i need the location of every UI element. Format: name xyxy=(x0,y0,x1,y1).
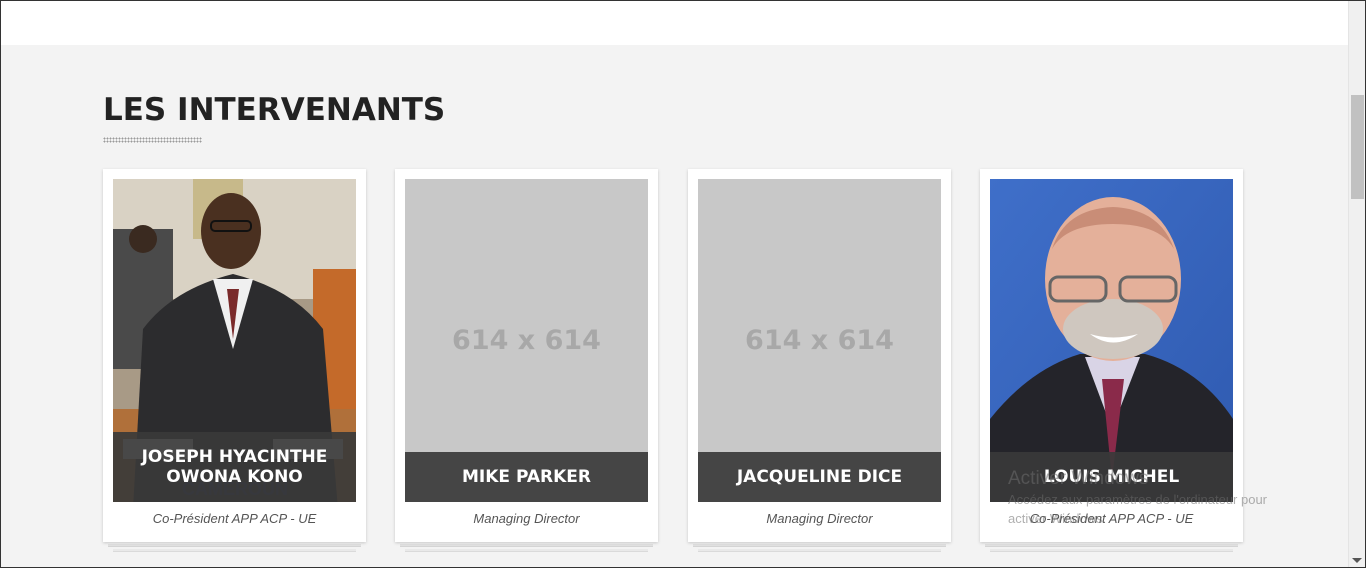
speaker-name: JACQUELINE DICE xyxy=(698,452,941,502)
scroll-down-arrow-icon[interactable] xyxy=(1352,558,1362,563)
speaker-role: Managing Director xyxy=(473,511,580,526)
card-stack-shadow xyxy=(693,544,946,547)
card-stack-shadow xyxy=(113,549,356,552)
speaker-name: LOUIS MICHEL xyxy=(990,452,1233,502)
section-title: LES INTERVENANTS xyxy=(103,92,446,128)
card-stack-shadow xyxy=(990,549,1233,552)
card-stack-shadow xyxy=(405,549,648,552)
speaker-photo[interactable]: CAMEROUN JOSEPH HYACINTHE OWONA KONO xyxy=(113,179,356,502)
speaker-role: Co-Président APP ACP - UE xyxy=(152,511,317,526)
speaker-photo[interactable]: 614 x 614 MIKE PARKER xyxy=(405,179,648,502)
card-stack-shadow xyxy=(108,544,361,547)
top-header-bar xyxy=(1,1,1348,45)
title-dotted-underline xyxy=(103,137,202,143)
scrollbar-thumb[interactable] xyxy=(1351,95,1364,199)
card-stack-shadow xyxy=(400,544,653,547)
speaker-card[interactable]: CAMEROUN JOSEPH HYACINTHE OWONA KONO Co-… xyxy=(103,169,366,542)
speaker-photo[interactable]: LOUIS MICHEL xyxy=(990,179,1233,502)
speaker-card[interactable]: 614 x 614 JACQUELINE DICE Managing Direc… xyxy=(688,169,951,542)
speaker-role: Managing Director xyxy=(766,511,873,526)
speaker-name: JOSEPH HYACINTHE OWONA KONO xyxy=(113,432,356,502)
placeholder-label: 614 x 614 xyxy=(452,325,601,356)
speaker-role: Co-Président APP ACP - UE xyxy=(1029,511,1194,526)
vertical-scrollbar[interactable] xyxy=(1348,1,1365,567)
placeholder-label: 614 x 614 xyxy=(745,325,894,356)
speaker-photo[interactable]: 614 x 614 JACQUELINE DICE xyxy=(698,179,941,502)
card-stack-shadow xyxy=(698,549,941,552)
speaker-card[interactable]: 614 x 614 MIKE PARKER Managing Director xyxy=(395,169,658,542)
card-stack-shadow xyxy=(985,544,1238,547)
speaker-card[interactable]: LOUIS MICHEL Co-Président APP ACP - UE xyxy=(980,169,1243,542)
speaker-name: MIKE PARKER xyxy=(405,452,648,502)
